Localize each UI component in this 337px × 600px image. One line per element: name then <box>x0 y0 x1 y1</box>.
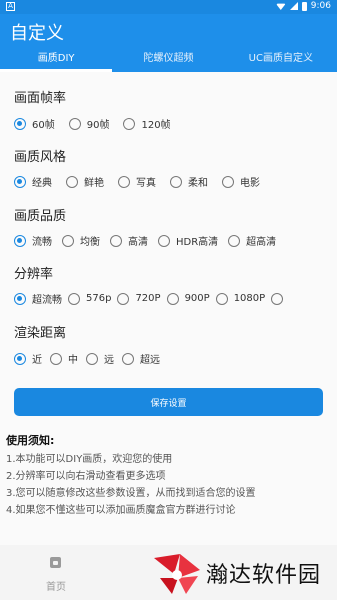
notes-line: 3.您可以随意修改这些参数设置，从而找到适合您的设置 <box>6 488 256 499</box>
radio-near[interactable]: 近 <box>14 351 42 366</box>
radio-group-resolution: 超流畅 576p 720P 900P 1080P <box>14 291 289 306</box>
radio-far[interactable]: 远 <box>86 351 114 366</box>
radio-unchecked-icon <box>118 175 130 188</box>
radio-group-distance: 近 中 远 超远 <box>14 351 170 366</box>
radio-ultra-smooth[interactable]: 超流畅 <box>14 291 62 306</box>
radio-more-resolution[interactable] <box>271 292 289 305</box>
section-title-style: 画质风格 <box>14 150 67 165</box>
home-icon <box>50 557 61 568</box>
section-title-distance: 渲染距离 <box>14 326 67 341</box>
radio-checked-icon <box>14 234 26 247</box>
radio-group-style: 经典 鲜艳 写真 柔和 电影 <box>14 174 270 189</box>
radio-60fps[interactable]: 60帧 <box>14 116 55 131</box>
status-icons: 9:06 <box>275 1 331 11</box>
radio-unchecked-icon <box>123 117 136 130</box>
radio-medium[interactable]: 中 <box>50 351 78 366</box>
notes-line: 2.分辨率可以向右滑动查看更多选项 <box>6 471 166 482</box>
radio-balanced[interactable]: 均衡 <box>62 233 100 248</box>
radio-unchecked-icon <box>122 352 134 365</box>
radio-1080p[interactable]: 1080P <box>215 292 265 305</box>
app-bar: 自定义 画质DIY 陀螺仪超频 UC画质自定义 <box>0 14 337 72</box>
watermark-text: 瀚达软件园 <box>206 563 322 588</box>
notes-line: 1.本功能可以DIY画质，欢迎您的使用 <box>6 454 173 465</box>
radio-checked-icon <box>14 292 26 305</box>
radio-unchecked-icon <box>166 292 179 305</box>
radio-vivid[interactable]: 鲜艳 <box>66 174 104 189</box>
tab-gyro-overclock[interactable]: 陀螺仪超频 <box>112 48 224 72</box>
signal-icon <box>289 2 298 10</box>
wifi-icon <box>275 3 286 10</box>
radio-checked-icon <box>14 175 26 188</box>
section-title-resolution: 分辨率 <box>14 267 54 282</box>
radio-unchecked-icon <box>117 292 130 305</box>
radio-576p[interactable]: 576p <box>68 292 111 305</box>
watermark-logo-icon <box>154 554 200 594</box>
radio-unchecked-icon <box>66 175 78 188</box>
section-title-quality: 画质品质 <box>14 209 67 224</box>
section-title-frame-rate: 画面帧率 <box>14 91 67 106</box>
radio-unchecked-icon <box>62 234 74 247</box>
radio-checked-icon <box>14 117 26 130</box>
notes-title: 使用须知: <box>6 434 55 447</box>
status-bar: A 9:06 <box>0 0 337 14</box>
nav-home-label: 首页 <box>46 582 66 593</box>
radio-unchecked-icon <box>228 234 241 247</box>
radio-720p[interactable]: 720P <box>117 292 161 305</box>
tab-bar: 画质DIY 陀螺仪超频 UC画质自定义 <box>0 48 337 72</box>
clock: 9:06 <box>310 1 331 11</box>
battery-icon <box>301 1 307 11</box>
radio-group-frame-rate: 60帧 90帧 120帧 <box>14 116 181 131</box>
tab-diy[interactable]: 画质DIY <box>0 48 113 72</box>
radio-90fps[interactable]: 90帧 <box>68 116 109 131</box>
radio-unchecked-icon <box>50 352 62 365</box>
notification-icon: A <box>6 2 15 11</box>
radio-movie[interactable]: 电影 <box>222 174 260 189</box>
radio-unchecked-icon <box>215 292 228 305</box>
radio-unchecked-icon <box>68 292 80 305</box>
radio-ultra-far[interactable]: 超远 <box>122 351 160 366</box>
radio-soft[interactable]: 柔和 <box>170 174 208 189</box>
radio-unchecked-icon <box>158 234 170 247</box>
radio-classic[interactable]: 经典 <box>14 174 52 189</box>
usage-notes: 使用须知: 1.本功能可以DIY画质，欢迎您的使用 2.分辨率可以向右滑动查看更… <box>6 432 326 519</box>
radio-900p[interactable]: 900P <box>166 292 210 305</box>
notes-line: 4.如果您不懂这些可以添加画质魔盒官方群进行讨论 <box>6 505 236 516</box>
radio-hdr-hd[interactable]: HDR高清 <box>158 233 218 248</box>
radio-ultra-hd[interactable]: 超高清 <box>228 233 276 248</box>
radio-group-quality: 流畅 均衡 高清 HDR高清 超高清 <box>14 233 286 248</box>
radio-unchecked-icon <box>110 234 122 247</box>
radio-checked-icon <box>14 352 26 365</box>
radio-unchecked-icon <box>68 117 81 130</box>
page-title: 自定义 <box>10 23 64 44</box>
radio-unchecked-icon <box>170 175 182 188</box>
save-settings-button[interactable]: 保存设置 <box>14 388 323 416</box>
radio-hd[interactable]: 高清 <box>110 233 148 248</box>
radio-unchecked-icon <box>86 352 98 365</box>
radio-120fps[interactable]: 120帧 <box>123 116 171 131</box>
tab-uc-custom[interactable]: UC画质自定义 <box>225 48 337 72</box>
watermark: 瀚达软件园 <box>150 548 321 598</box>
radio-smooth[interactable]: 流畅 <box>14 233 52 248</box>
radio-unchecked-icon <box>271 292 284 305</box>
radio-unchecked-icon <box>222 175 234 188</box>
radio-realistic[interactable]: 写真 <box>118 174 156 189</box>
